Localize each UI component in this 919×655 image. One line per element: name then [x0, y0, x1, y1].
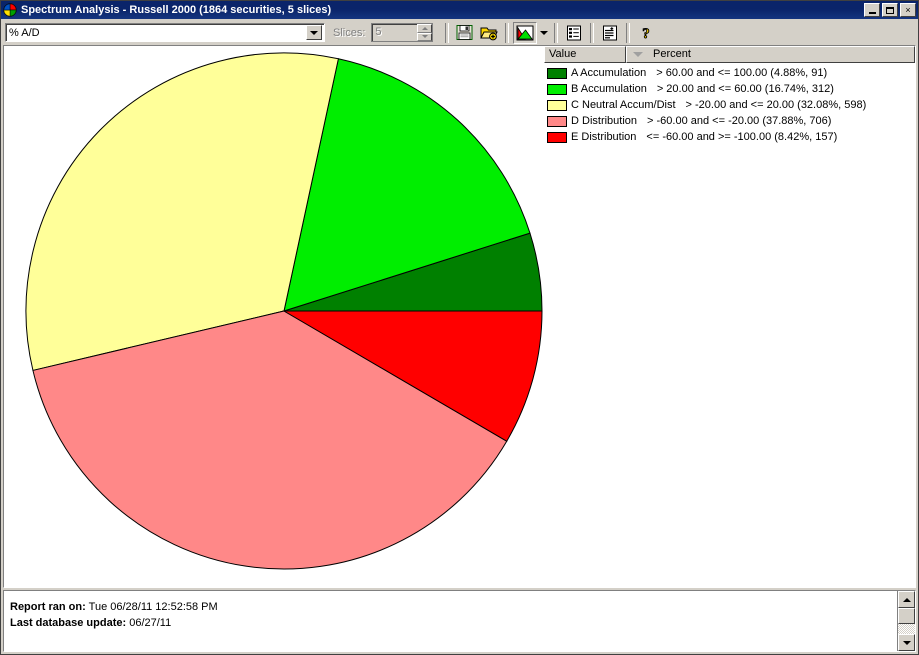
legend-color-swatch — [547, 131, 567, 143]
legend-column-value-label: Value — [549, 48, 577, 60]
legend-row[interactable]: C Neutral Accum/Dist > -20.00 and <= 20.0… — [544, 97, 915, 113]
slices-value: 5 — [375, 26, 382, 38]
list-report-icon — [567, 25, 582, 40]
report-ran-label: Report ran on: — [10, 601, 86, 613]
scrollbar-thumb[interactable] — [898, 608, 915, 624]
last-update-value: 06/27/11 — [129, 617, 172, 629]
pie-chart-icon — [3, 3, 17, 17]
legend-row[interactable]: A Accumulation > 60.00 and <= 100.00 (4.8… — [544, 65, 915, 81]
toolbar-separator — [554, 22, 559, 43]
scrollbar-track[interactable] — [898, 624, 915, 634]
area-chart-icon — [516, 25, 534, 40]
open-folder-add-icon — [480, 27, 499, 41]
maximize-icon — [883, 4, 897, 16]
save-button[interactable] — [453, 22, 477, 44]
legend-color-swatch — [547, 67, 567, 79]
minimize-icon — [865, 4, 879, 16]
legend-color-swatch — [547, 99, 567, 111]
legend-row[interactable]: D Distribution > -60.00 and <= -20.00 (37… — [544, 113, 915, 129]
chart-type-dropdown[interactable] — [537, 22, 550, 44]
slices-decrement-button[interactable] — [417, 32, 433, 41]
sort-descending-icon — [633, 52, 643, 57]
last-update-label: Last database update: — [10, 617, 127, 629]
title-bar[interactable]: Spectrum Analysis - Russell 2000 (1864 s… — [1, 1, 918, 19]
slices-stepper-buttons[interactable] — [417, 24, 433, 41]
legend-row[interactable]: E Distribution <= -60.00 and >= -100.00 (… — [544, 129, 915, 145]
last-update-line: Last database update: 06/27/11 — [10, 615, 897, 631]
question-mark-icon: ? — [642, 25, 651, 41]
report-ran-value: Tue 06/28/11 12:52:58 PM — [88, 601, 218, 613]
close-button[interactable]: × — [900, 3, 916, 17]
scroll-down-button[interactable] — [898, 634, 915, 651]
legend-column-value[interactable]: Value — [544, 46, 626, 63]
legend-label: C Neutral Accum/Dist — [571, 99, 676, 111]
legend-description: > -20.00 and <= 20.00 (32.08%, 598) — [685, 99, 867, 111]
report-view-button[interactable] — [562, 22, 586, 44]
legend-label: E Distribution — [571, 131, 637, 143]
chart-type-button[interactable] — [513, 21, 538, 44]
slices-stepper[interactable]: 5 — [371, 23, 434, 42]
toolbar-separator — [590, 22, 595, 43]
chevron-down-icon[interactable] — [306, 25, 322, 40]
floppy-disk-icon — [456, 25, 473, 40]
indicator-select[interactable]: % A/D — [5, 23, 325, 42]
legend-label: B Accumulation — [571, 83, 647, 95]
window-controls: × — [864, 3, 917, 17]
legend-header: Value Percent — [544, 46, 915, 63]
report-vertical-scrollbar[interactable] — [897, 591, 915, 651]
close-icon: × — [905, 5, 911, 15]
detail-report-icon — [603, 25, 618, 40]
detail-report-button[interactable] — [598, 22, 622, 44]
scroll-up-button[interactable] — [898, 591, 915, 608]
chart-and-legend-area: Value Percent A Accumulation > 60.00 and … — [3, 45, 916, 588]
legend-column-percent-label: Percent — [653, 48, 691, 60]
client-area: Value Percent A Accumulation > 60.00 and … — [1, 45, 918, 654]
window-title: Spectrum Analysis - Russell 2000 (1864 s… — [21, 4, 332, 16]
legend-rows: A Accumulation > 60.00 and <= 100.00 (4.8… — [544, 63, 915, 145]
legend-color-swatch — [547, 115, 567, 127]
pie-chart-svg — [25, 52, 543, 570]
legend-label: A Accumulation — [571, 67, 647, 79]
legend-color-swatch — [547, 83, 567, 95]
legend-row[interactable]: B Accumulation > 20.00 and <= 60.00 (16.7… — [544, 81, 915, 97]
maximize-button[interactable] — [882, 3, 898, 17]
help-button[interactable]: ? — [634, 22, 658, 44]
report-status-text: Report ran on: Tue 06/28/11 12:52:58 PM … — [4, 591, 897, 651]
toolbar: % A/D Slices: 5 ? — [1, 19, 918, 45]
legend-panel: Value Percent A Accumulation > 60.00 and … — [543, 46, 915, 587]
toolbar-separator — [505, 22, 510, 43]
report-status-area: Report ran on: Tue 06/28/11 12:52:58 PM … — [3, 590, 916, 652]
legend-description: > -60.00 and <= -20.00 (37.88%, 706) — [647, 115, 832, 127]
legend-column-percent[interactable]: Percent — [626, 46, 915, 63]
toolbar-separator — [626, 22, 631, 43]
slices-increment-button[interactable] — [417, 24, 433, 33]
toolbar-separator — [445, 22, 450, 43]
minimize-button[interactable] — [864, 3, 880, 17]
report-ran-line: Report ran on: Tue 06/28/11 12:52:58 PM — [10, 599, 897, 615]
slices-label: Slices: — [333, 26, 366, 39]
indicator-select-value: % A/D — [9, 26, 40, 39]
legend-label: D Distribution — [571, 115, 638, 127]
legend-description: > 60.00 and <= 100.00 (4.88%, 91) — [656, 67, 828, 79]
legend-description: <= -60.00 and >= -100.00 (8.42%, 157) — [646, 131, 838, 143]
open-button[interactable] — [477, 22, 501, 44]
svg-text:?: ? — [643, 26, 651, 41]
spectrum-analysis-window: Spectrum Analysis - Russell 2000 (1864 s… — [0, 0, 919, 655]
legend-description: > 20.00 and <= 60.00 (16.74%, 312) — [656, 83, 834, 95]
pie-chart[interactable] — [4, 46, 543, 587]
